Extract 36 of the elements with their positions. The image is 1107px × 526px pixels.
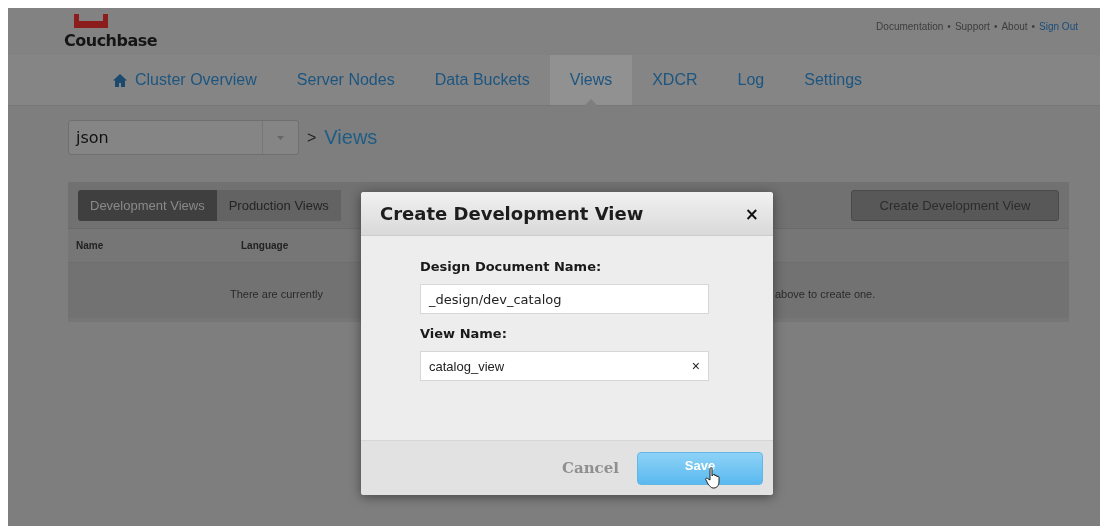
column-header: Name — [76, 240, 105, 251]
logo-text: Couchbase — [64, 31, 158, 50]
input-field[interactable]: _design/dev_catalog — [420, 284, 709, 314]
clear-button[interactable]: × — [691, 358, 700, 374]
nav-tab[interactable]: Views — [549, 55, 633, 105]
input-field[interactable]: catalog_view × — [420, 351, 709, 381]
nav-tab[interactable]: Server Nodes — [276, 55, 415, 105]
header-link[interactable]: Sign Out — [1039, 21, 1078, 32]
view-tab[interactable]: Development Views — [78, 189, 217, 221]
header-link[interactable]: Support — [954, 21, 990, 32]
header-link[interactable]: Documentation — [876, 21, 944, 32]
breadcrumb-separator: > — [307, 128, 317, 147]
empty-message: above to create one. — [775, 288, 876, 300]
header-link[interactable]: About — [1001, 21, 1028, 32]
caret-icon — [277, 135, 284, 140]
nav-tab[interactable]: XDCR — [632, 55, 718, 105]
empty-message: There are currently — [230, 288, 323, 300]
dialog-title: Create Development View — [380, 203, 644, 224]
field-label: Design Document Name: — [420, 259, 603, 274]
nav-tab[interactable]: Cluster Overview — [93, 55, 277, 105]
nav-tab[interactable]: Log — [717, 55, 785, 105]
cancel-button[interactable]: Cancel — [562, 459, 619, 477]
nav-tab[interactable]: Settings — [784, 55, 883, 105]
field-label: View Name: — [420, 326, 508, 341]
separator-dot: • — [1031, 21, 1036, 32]
home-icon — [113, 73, 127, 87]
nav-tab[interactable]: Data Buckets — [414, 55, 550, 105]
separator-dot: • — [947, 21, 951, 32]
breadcrumb-title: Views — [324, 126, 378, 149]
view-tab[interactable]: Production Views — [216, 189, 341, 221]
close-button[interactable]: × — [744, 203, 759, 224]
logo-icon — [74, 14, 108, 28]
column-header: Language — [241, 240, 290, 251]
separator-dot: • — [993, 21, 998, 32]
bucket-select[interactable]: json — [68, 120, 299, 155]
save-button[interactable]: Save — [637, 451, 763, 485]
